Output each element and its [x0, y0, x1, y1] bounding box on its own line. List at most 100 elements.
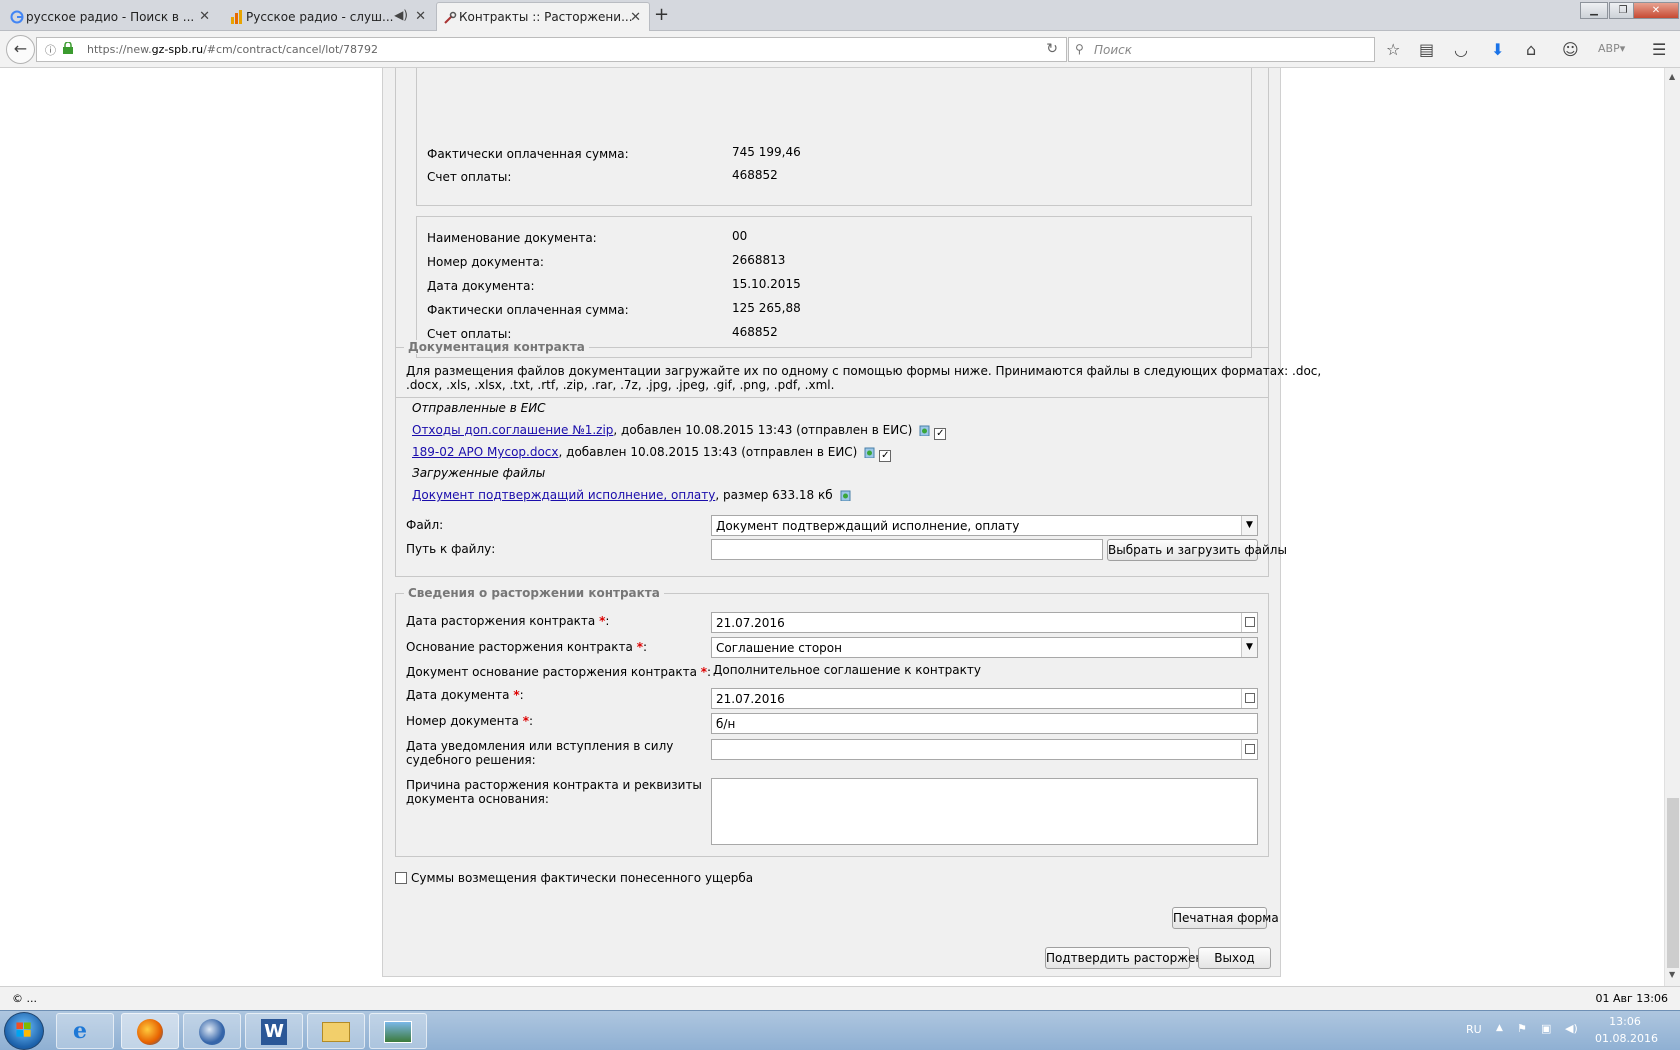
home-icon[interactable]: ⌂	[1526, 40, 1536, 59]
termination-basis-select[interactable]: Соглашение сторон ▼	[711, 637, 1258, 658]
notice-date-label-line1: Дата уведомления или вступления в силу	[406, 739, 674, 753]
calendar-icon[interactable]	[1241, 689, 1257, 708]
scrollbar-thumb[interactable]	[1667, 798, 1679, 968]
colon: :	[528, 714, 534, 728]
word-icon: W	[261, 1019, 287, 1045]
payment-box: Фактически оплаченная сумма: 745 199,46 …	[416, 68, 1252, 206]
doc-number-label: Номер документа *:	[406, 714, 533, 728]
checkbox-checked[interactable]: ✓	[879, 450, 892, 462]
taskbar-explorer[interactable]	[307, 1013, 365, 1049]
file-path-input[interactable]	[711, 539, 1103, 560]
recycle-bin-icon[interactable]	[918, 423, 931, 436]
internet-explorer-icon: e	[73, 1018, 87, 1044]
close-icon[interactable]: ✕	[415, 9, 426, 24]
file-label: Файл:	[406, 518, 444, 532]
upload-files-button[interactable]: Выбрать и загрузить файлы	[1107, 539, 1287, 561]
language-indicator[interactable]: RU	[1466, 1023, 1482, 1036]
doc-basis-label: Документ основание расторжения контракта…	[406, 665, 711, 679]
reason-label-line2: документа основания:	[406, 792, 549, 806]
tab-strip: русское радио - Поиск в ... ✕ Русское ра…	[0, 0, 1680, 31]
label-text: Дата расторжения контракта	[406, 614, 596, 628]
scroll-up-icon[interactable]: ▲	[1669, 72, 1675, 81]
tab-title: Контракты :: Расторжени...	[459, 10, 633, 24]
file-link[interactable]: Отходы доп.соглашение №1.zip	[412, 423, 613, 437]
chevron-down-icon[interactable]: ▼	[1241, 638, 1257, 657]
sent-files-heading: Отправленные в ЕИС	[412, 401, 546, 415]
checkbox-checked[interactable]: ✓	[934, 428, 947, 440]
doc-number-input[interactable]: б/н	[711, 713, 1258, 734]
tab-contracts[interactable]: Контракты :: Расторжени... ✕	[436, 2, 650, 31]
file-link[interactable]: 189-02 АРО Мусор.docx	[412, 445, 559, 459]
doc-number-value: б/н	[716, 717, 736, 731]
scroll-down-icon[interactable]: ▼	[1669, 970, 1675, 979]
search-box[interactable]: ⚲ Поиск	[1068, 37, 1375, 62]
action-center-icon[interactable]: ⚑	[1517, 1022, 1527, 1035]
clock-date[interactable]: 01.08.2016	[1595, 1032, 1658, 1045]
taskbar-word[interactable]: W	[245, 1013, 303, 1049]
notice-date-input[interactable]	[711, 739, 1258, 760]
reason-textarea[interactable]	[711, 778, 1258, 845]
file-link[interactable]: Документ подтверждащий исполнение, оплат…	[412, 488, 715, 502]
info-icon[interactable]: ⓘ	[45, 42, 56, 58]
confirm-termination-button[interactable]: Подтвердить расторжение	[1045, 947, 1218, 969]
recycle-bin-icon[interactable]	[839, 488, 852, 501]
tab-google-search[interactable]: русское радио - Поиск в ... ✕	[4, 2, 218, 31]
exit-button[interactable]: Выход	[1198, 947, 1271, 969]
close-icon[interactable]: ✕	[630, 10, 641, 25]
volume-icon[interactable]: ◀)	[1565, 1022, 1578, 1035]
menu-icon[interactable]: ☰	[1652, 40, 1666, 59]
back-button[interactable]: ←	[6, 35, 35, 64]
download-icon[interactable]: ⬇	[1491, 40, 1504, 59]
payment-label: Фактически оплаченная сумма:	[427, 147, 629, 161]
file-meta: , размер 633.18 кб	[715, 488, 833, 502]
basis-value: Соглашение сторон	[716, 641, 842, 655]
payment-value: 745 199,46	[732, 145, 801, 159]
recycle-bin-icon[interactable]	[863, 445, 876, 458]
taskbar-ie[interactable]: e	[56, 1013, 114, 1049]
network-icon[interactable]: ▣	[1541, 1022, 1551, 1035]
adblock-icon[interactable]: ABP▾	[1598, 42, 1625, 55]
clock-time[interactable]: 13:06	[1595, 1015, 1655, 1028]
damages-checkbox[interactable]	[395, 872, 407, 884]
uploaded-file-item: Документ подтверждащий исполнение, оплат…	[412, 488, 852, 502]
file-meta: , добавлен 10.08.2015 13:43 (отправлен в…	[558, 445, 858, 459]
new-tab-button[interactable]: +	[654, 4, 669, 25]
tray-expand-icon[interactable]: ▲	[1496, 1023, 1503, 1033]
calendar-icon[interactable]	[1241, 740, 1257, 759]
print-form-button[interactable]: Печатная форма	[1172, 907, 1279, 929]
vertical-scrollbar[interactable]: ▲ ▼	[1664, 68, 1680, 986]
doc-date-input[interactable]: 21.07.2016	[711, 688, 1258, 709]
notice-date-label-line2: судебного решения:	[406, 753, 536, 767]
tools-icon	[444, 11, 457, 24]
pocket-icon[interactable]: ◡	[1454, 40, 1468, 59]
uploaded-files-heading: Загруженные файлы	[412, 466, 546, 480]
payment-label: Счет оплаты:	[427, 170, 512, 184]
termination-date-input[interactable]: 21.07.2016	[711, 612, 1258, 633]
minimize-button[interactable]: ▁	[1580, 2, 1608, 19]
payment-label: Счет оплаты:	[427, 327, 512, 341]
termination-date-label: Дата расторжения контракта *:	[406, 614, 609, 628]
url-domain: gz-spb.ru	[151, 43, 204, 56]
tab-russkoe-radio[interactable]: Русское радио - слуш... ◀) ✕	[224, 2, 434, 31]
label-text: Документ основание расторжения контракта	[406, 665, 697, 679]
window-close-button[interactable]: ✕	[1633, 2, 1679, 19]
search-icon: ⚲	[1075, 42, 1084, 56]
close-icon[interactable]: ✕	[199, 9, 210, 24]
chat-icon[interactable]: ☺	[1562, 40, 1579, 59]
colon: :	[642, 640, 648, 654]
chevron-down-icon[interactable]: ▼	[1241, 516, 1257, 535]
speaker-icon[interactable]: ◀)	[394, 8, 408, 22]
file-type-select[interactable]: Документ подтверждащий исполнение, оплат…	[711, 515, 1258, 536]
taskbar-firefox[interactable]	[121, 1013, 179, 1049]
start-button[interactable]	[4, 1012, 44, 1050]
taskbar-photo-viewer[interactable]	[369, 1013, 427, 1049]
taskbar-thunderbird[interactable]	[183, 1013, 241, 1049]
url-bar[interactable]: ⓘ https://new.gz-spb.ru/#cm/contract/can…	[36, 37, 1067, 62]
calendar-icon[interactable]	[1241, 613, 1257, 632]
reload-icon[interactable]: ↻	[1046, 41, 1058, 57]
payment-label: Дата документа:	[427, 279, 535, 293]
bookmark-star-icon[interactable]: ☆	[1386, 40, 1400, 59]
reading-list-icon[interactable]: ▤	[1419, 40, 1434, 59]
payment-value: 468852	[732, 168, 778, 182]
label-text: Номер документа	[406, 714, 519, 728]
